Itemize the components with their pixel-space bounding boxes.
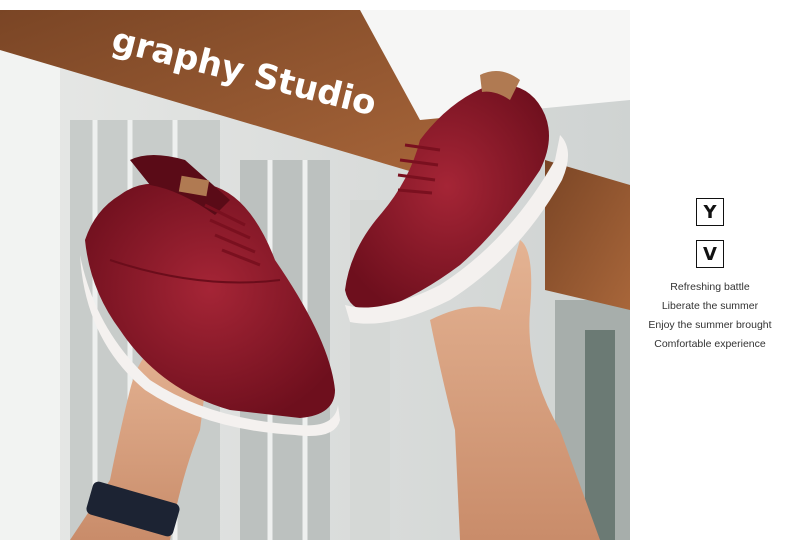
feature-text: Refreshing battle Liberate the summer En… <box>648 278 771 354</box>
sneakers-photo-illustration: graphy Studio <box>0 10 630 540</box>
window-dark-pane <box>585 330 615 540</box>
feature-line-4: Comfortable experience <box>654 338 766 350</box>
feature-line-2: Liberate the summer <box>661 300 759 312</box>
product-photo: graphy Studio <box>0 10 630 540</box>
letter-badge-y: Y <box>696 198 724 226</box>
feature-sidebar: Y V Refreshing battle Liberate the summe… <box>636 198 784 354</box>
feature-line-1: Refreshing battle <box>670 281 750 293</box>
letter-badge-v: V <box>696 240 724 268</box>
feature-line-3: Enjoy the summer brought <box>648 319 772 331</box>
window-frame-left <box>0 50 60 540</box>
